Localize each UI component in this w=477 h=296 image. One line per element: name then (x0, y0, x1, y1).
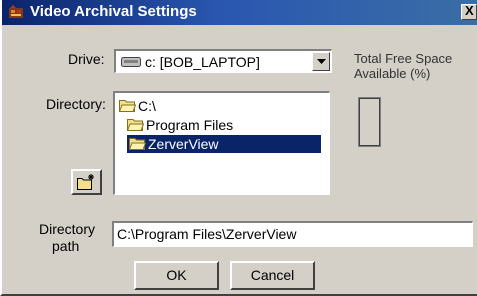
directory-path-field[interactable]: C:\Program Files\ZerverView (112, 221, 473, 247)
ok-button[interactable]: OK (134, 261, 219, 290)
free-space-gauge (358, 97, 381, 147)
directory-item-zerverview[interactable]: ZerverView (127, 135, 321, 153)
directory-item-label: Program Files (146, 117, 234, 133)
close-icon: X (465, 3, 474, 18)
folder-open-icon (119, 100, 136, 112)
free-space-label: Total Free Space Available (%) (354, 51, 453, 81)
drive-dropdown-button[interactable] (312, 52, 330, 71)
drive-label: Drive: (68, 51, 105, 67)
app-icon (9, 5, 23, 18)
chevron-down-icon (317, 59, 326, 64)
cancel-button[interactable]: Cancel (230, 261, 315, 290)
drive-selected-value: c: [BOB_LAPTOP] (145, 54, 260, 70)
directory-path-label-2: path (52, 238, 80, 254)
new-folder-button[interactable] (71, 169, 102, 195)
close-button[interactable]: X (461, 3, 477, 20)
drive-icon (121, 57, 141, 67)
folder-open-icon (127, 119, 144, 131)
directory-label: Directory: (46, 96, 106, 112)
directory-list[interactable]: C:\ Program Files ZerverView (113, 91, 330, 195)
folder-open-icon (129, 138, 146, 150)
directory-path-label: Directory (39, 221, 96, 237)
settings-window: Video Archival Settings X Drive: c: [BOB… (0, 0, 477, 296)
directory-path-value: C:\Program Files\ZerverView (117, 226, 297, 242)
title-bar[interactable]: Video Archival Settings X (2, 0, 477, 25)
directory-item-label: ZerverView (148, 136, 219, 152)
directory-item-label: C:\ (138, 98, 156, 114)
drive-select[interactable]: c: [BOB_LAPTOP] (114, 49, 332, 73)
window-title: Video Archival Settings (30, 3, 197, 20)
new-folder-icon (77, 174, 94, 190)
